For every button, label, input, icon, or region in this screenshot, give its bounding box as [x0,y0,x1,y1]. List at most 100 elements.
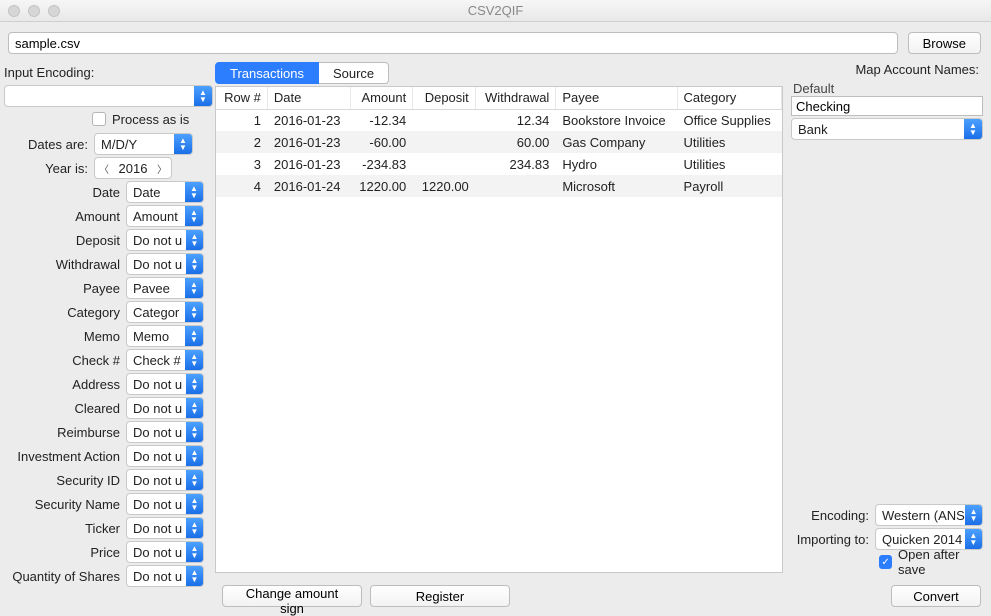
field-label: Reimburse [4,425,126,440]
input-encoding-select[interactable]: ▲▼ [4,85,213,107]
field-select-reimburse[interactable]: Do not u▲▼ [126,421,204,443]
output-encoding-select[interactable]: Western (ANS ▲▼ [875,504,983,526]
field-select-address[interactable]: Do not u▲▼ [126,373,204,395]
table-cell: Office Supplies [677,109,781,131]
table-row[interactable]: 12016-01-23-12.3412.34Bookstore InvoiceO… [216,109,782,131]
chevron-updown-icon: ▲▼ [186,566,203,586]
tab-transactions[interactable]: Transactions [215,62,319,84]
chevron-updown-icon: ▲▼ [186,446,203,466]
table-cell: 3 [216,153,267,175]
table-cell: 1220.00 [413,175,476,197]
table-cell: 1220.00 [350,175,413,197]
table-cell: Utilities [677,153,781,175]
table-cell: 4 [216,175,267,197]
field-select-price[interactable]: Do not u▲▼ [126,541,204,563]
field-label: Check # [4,353,126,368]
field-label: Date [4,185,126,200]
table-cell [413,109,476,131]
chevron-updown-icon: ▲▼ [186,398,203,418]
year-stepper[interactable]: 〈 2016 〉 [94,157,172,179]
chevron-updown-icon: ▲▼ [185,302,203,322]
chevron-updown-icon: ▲▼ [186,518,203,538]
field-label: Ticker [4,521,126,536]
table-cell: 234.83 [475,153,556,175]
browse-button[interactable]: Browse [908,32,981,54]
field-select-category[interactable]: Categor▲▼ [126,301,204,323]
col-header[interactable]: Withdrawal [475,87,556,109]
chevron-updown-icon: ▲▼ [185,182,203,202]
field-label: Price [4,545,126,560]
field-select-security-name[interactable]: Do not u▲▼ [126,493,204,515]
chevron-updown-icon: ▲▼ [964,119,982,139]
field-label: Amount [4,209,126,224]
table-cell: Hydro [556,153,677,175]
table-cell: Utilities [677,131,781,153]
field-select-cleared[interactable]: Do not u▲▼ [126,397,204,419]
field-label: Investment Action [4,449,126,464]
col-header[interactable]: Date [267,87,350,109]
table-cell: 12.34 [475,109,556,131]
titlebar: CSV2QIF [0,0,991,22]
file-path-input[interactable] [8,32,898,54]
chevron-updown-icon: ▲▼ [186,254,203,274]
chevron-right-icon[interactable]: 〉 [153,161,171,176]
field-label: Memo [4,329,126,344]
process-as-is-checkbox[interactable] [92,112,106,126]
dates-are-select[interactable]: M/D/Y ▲▼ [94,133,193,155]
field-select-payee[interactable]: Pavee▲▼ [126,277,204,299]
field-label: Cleared [4,401,126,416]
table-row[interactable]: 32016-01-23-234.83234.83HydroUtilities [216,153,782,175]
chevron-updown-icon: ▲▼ [965,505,982,525]
open-after-save-checkbox[interactable]: ✓ [879,555,892,569]
tab-source[interactable]: Source [319,62,389,84]
field-select-deposit[interactable]: Do not u▲▼ [126,229,204,251]
default-account-input[interactable] [791,96,983,116]
field-select-withdrawal[interactable]: Do not u▲▼ [126,253,204,275]
col-header[interactable]: Row # [216,87,267,109]
table-row[interactable]: 42016-01-241220.001220.00MicrosoftPayrol… [216,175,782,197]
table-cell: 1 [216,109,267,131]
table-cell: -12.34 [350,109,413,131]
chevron-updown-icon: ▲▼ [185,350,203,370]
field-select-quantity-of-shares[interactable]: Do not u▲▼ [126,565,204,587]
chevron-updown-icon: ▲▼ [186,470,203,490]
col-header[interactable]: Deposit [413,87,476,109]
field-select-date[interactable]: Date▲▼ [126,181,204,203]
chevron-updown-icon: ▲▼ [174,134,192,154]
register-button[interactable]: Register [370,585,510,607]
transactions-table: Row #DateAmountDepositWithdrawalPayeeCat… [215,86,783,573]
col-header[interactable]: Category [677,87,781,109]
field-select-security-id[interactable]: Do not u▲▼ [126,469,204,491]
chevron-updown-icon: ▲▼ [185,326,203,346]
table-cell: Bookstore Invoice [556,109,677,131]
convert-button[interactable]: Convert [891,585,981,607]
field-select-check-[interactable]: Check #▲▼ [126,349,204,371]
table-cell: 2 [216,131,267,153]
default-label: Default [791,79,983,96]
table-cell: 60.00 [475,131,556,153]
chevron-left-icon[interactable]: 〈 [95,161,113,176]
chevron-updown-icon: ▲▼ [965,529,982,549]
change-amount-sign-button[interactable]: Change amount sign [222,585,362,607]
table-cell: -234.83 [350,153,413,175]
field-label: Payee [4,281,126,296]
chevron-updown-icon: ▲▼ [185,206,203,226]
field-select-investment-action[interactable]: Do not u▲▼ [126,445,204,467]
chevron-updown-icon: ▲▼ [186,230,203,250]
table-cell: 2016-01-23 [267,131,350,153]
process-as-is-label: Process as is [112,112,189,127]
table-cell: Microsoft [556,175,677,197]
encoding-label: Encoding: [811,508,869,523]
chevron-updown-icon: ▲▼ [185,278,203,298]
field-select-ticker[interactable]: Do not u▲▼ [126,517,204,539]
table-cell [413,131,476,153]
table-cell: 2016-01-24 [267,175,350,197]
account-type-select[interactable]: Bank ▲▼ [791,118,983,140]
chevron-updown-icon: ▲▼ [194,86,212,106]
field-select-amount[interactable]: Amount▲▼ [126,205,204,227]
table-row[interactable]: 22016-01-23-60.0060.00Gas CompanyUtiliti… [216,131,782,153]
table-cell [475,175,556,197]
col-header[interactable]: Payee [556,87,677,109]
col-header[interactable]: Amount [350,87,413,109]
field-select-memo[interactable]: Memo▲▼ [126,325,204,347]
